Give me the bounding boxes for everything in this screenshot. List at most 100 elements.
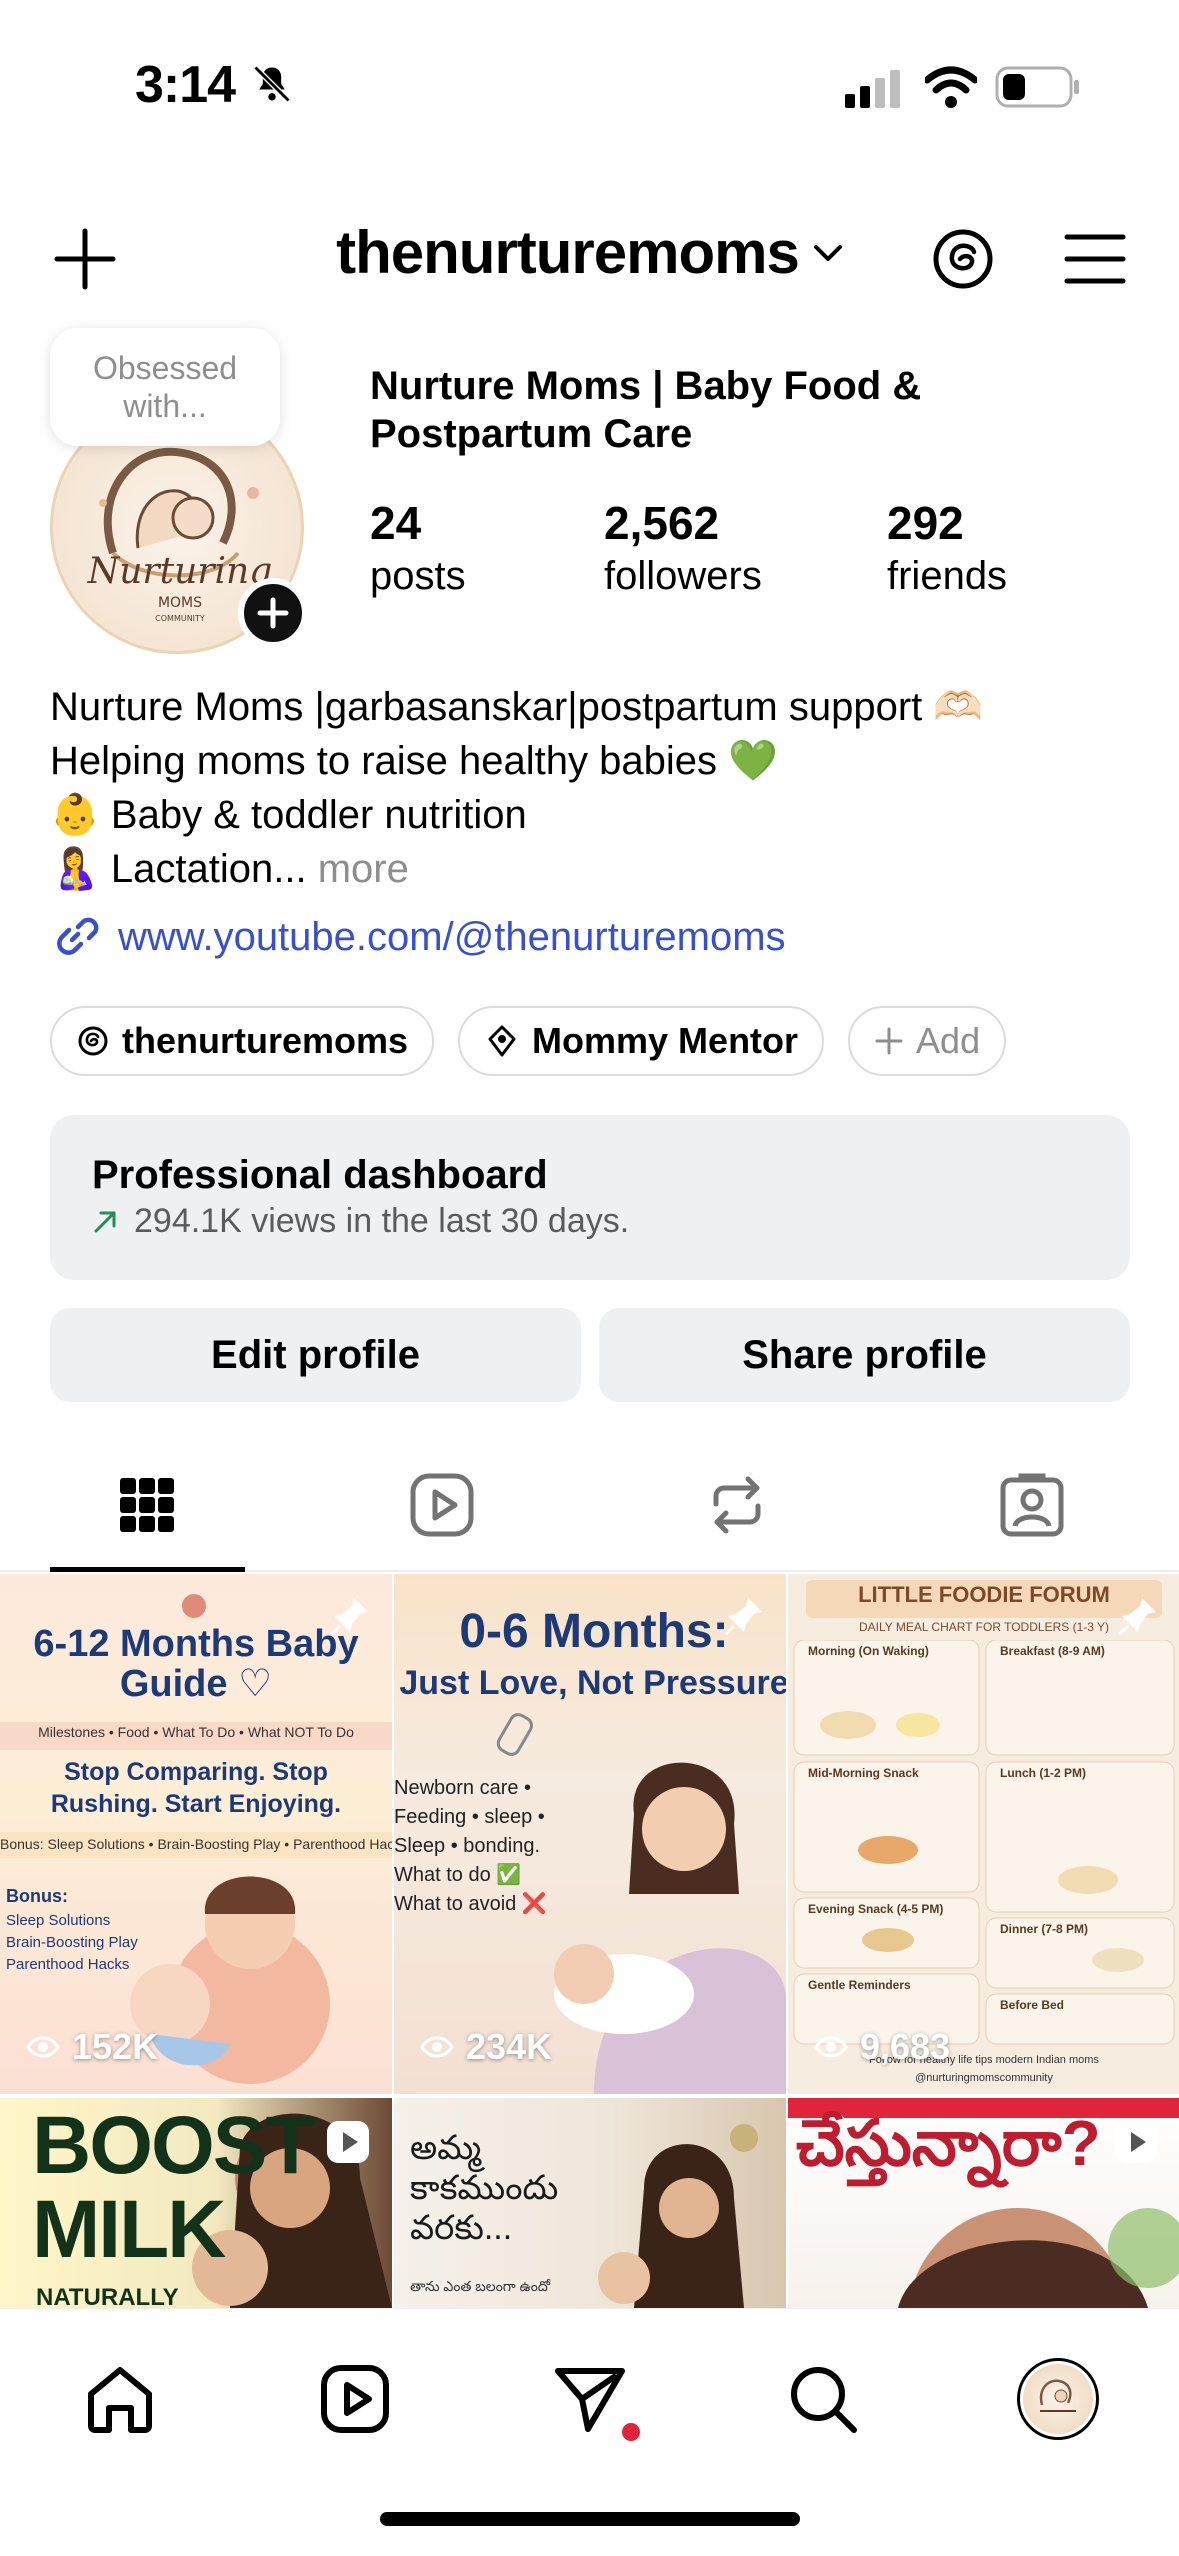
post-views: 9,683 (814, 2026, 950, 2068)
post-items: Newborn care • Feeding • sleep • Sleep •… (394, 1774, 547, 1919)
post-tile[interactable]: LITTLE FOODIE FORUM DAILY MEAL CHART FOR… (788, 1574, 1179, 2094)
post-bonus-item: Parenthood Hacks (6, 1956, 130, 1973)
post-item: Sleep • bonding. (394, 1835, 541, 1857)
chevron-down-icon (813, 244, 842, 261)
friends-count: 292 (887, 497, 964, 549)
reel-tile[interactable]: BOOST MILK NATURALLY (0, 2098, 392, 2308)
meal-section: Mid-Morning Snack (808, 1766, 919, 1780)
professional-dashboard[interactable]: Professional dashboard 294.1K views in t… (50, 1115, 1130, 1280)
post-views-count: 9,683 (860, 2026, 951, 2067)
dashboard-title: Professional dashboard (92, 1153, 548, 1197)
eye-icon (814, 2036, 848, 2058)
meal-section: Morning (On Waking) (808, 1644, 929, 1658)
post-views: 234K (420, 2026, 552, 2068)
menu-button[interactable] (1050, 214, 1140, 304)
post-item: Newborn care • (394, 1777, 532, 1799)
add-chip-label: Add (916, 1020, 981, 1061)
notification-dot (622, 2423, 640, 2441)
post-bonus-item: Brain-Boosting Play (6, 1934, 138, 1951)
post-bonus-list: Sleep Solutions Brain-Boosting Play Pare… (6, 1910, 138, 1976)
nav-search[interactable] (773, 2349, 873, 2449)
reels-icon (410, 1473, 474, 1537)
post-handle: @nurturingmomscommunity (915, 2072, 1053, 2084)
meal-section: Breakfast (8-9 AM) (1000, 1644, 1105, 1658)
profile-actions: Edit profile Share profile (50, 1308, 1130, 1402)
tab-tagged[interactable] (884, 1440, 1179, 1570)
dashboard-subtitle-row: 294.1K views in the last 30 days. (92, 1199, 1088, 1243)
nav-reels[interactable] (305, 2349, 405, 2449)
bio-more-link[interactable]: more (318, 847, 409, 891)
plus-icon (257, 597, 289, 629)
battery-icon (995, 66, 1079, 108)
svg-text:Nurturing: Nurturing (87, 551, 273, 592)
add-story-button[interactable] (238, 578, 308, 648)
share-profile-button[interactable]: Share profile (599, 1308, 1130, 1402)
username-label: thenurturemoms (336, 219, 800, 286)
posts-label: posts (370, 554, 466, 598)
profile-header: thenurturemoms (0, 200, 1179, 310)
post-views-count: 234K (466, 2026, 553, 2067)
grid-icon (120, 1478, 175, 1532)
post-subtitle: Just Love, Not Pressure (399, 1664, 786, 1702)
reel-tile[interactable]: అమ్మ కాకముందు వరకు... తాను ఎంత బలంగా ఉంద… (394, 2098, 786, 2308)
mommy-mentor-chip[interactable]: Mommy Mentor (458, 1006, 825, 1076)
profile-chips: thenurturemoms Mommy Mentor Add (50, 1006, 1007, 1076)
meal-section: Gentle Reminders (808, 1978, 911, 1992)
bell-slash-icon (253, 65, 291, 103)
post-item: Feeding • sleep • (394, 1806, 545, 1828)
post-headline: Stop Comparing. Stop Rushing. Start Enjo… (50, 1758, 342, 1818)
pin-icon (330, 1598, 368, 1636)
post-item: What to avoid ❌ (394, 1893, 547, 1915)
tab-reels[interactable] (295, 1440, 590, 1570)
followers-count: 2,562 (604, 497, 720, 549)
posts-stat[interactable]: 24 posts (370, 495, 466, 601)
posts-count: 24 (370, 497, 422, 549)
pin-icon (724, 1598, 762, 1636)
post-tile[interactable]: 0-6 Months: Just Love, Not Pressure Newb… (394, 1574, 786, 2094)
reel-icon (1115, 2121, 1157, 2163)
reel-subtitle: తాను ఎంత బలంగా ఉందో (410, 2278, 551, 2294)
threads-chip-label: thenurturemoms (122, 1020, 409, 1061)
bio-line: Helping moms to raise healthy babies 💚 (50, 739, 778, 783)
tagged-icon (1000, 1473, 1064, 1537)
threads-icon (78, 1026, 108, 1056)
meal-section: Evening Snack (4-5 PM) (808, 1902, 944, 1916)
nav-home[interactable] (70, 2349, 170, 2449)
pin-icon (1118, 1598, 1156, 1636)
post-bonus-bar: Bonus: Sleep Solutions • Brain-Boosting … (0, 1836, 392, 1852)
svg-text:MOMS: MOMS (158, 595, 202, 611)
trend-up-arrow-icon (94, 1211, 116, 1233)
note-bubble[interactable]: Obsessed with... (50, 328, 280, 446)
add-chip[interactable]: Add (848, 1006, 1007, 1076)
bio-link[interactable]: www.youtube.com/@thenurturemoms (50, 912, 786, 962)
link-icon (57, 917, 99, 955)
post-tags: Milestones • Food • What To Do • What NO… (38, 1724, 354, 1740)
tab-grid[interactable] (0, 1440, 295, 1572)
post-bonus-title: Bonus: (6, 1886, 68, 1906)
threads-button[interactable] (918, 214, 1008, 304)
badge-icon (488, 1025, 516, 1057)
dashboard-subtitle: 294.1K views in the last 30 days. (134, 1202, 630, 1240)
edit-profile-button[interactable]: Edit profile (50, 1308, 581, 1402)
repost-icon (713, 1476, 761, 1534)
eye-icon (420, 2036, 454, 2058)
reel-tile[interactable]: చేస్తున్నారా? (788, 2098, 1179, 2308)
friends-label: friends (887, 554, 1008, 598)
post-tile[interactable]: 6-12 Months Baby Guide ♡ Milestones • Fo… (0, 1574, 392, 2094)
reel-title: అమ్మ కాకముందు వరకు... (410, 2129, 559, 2247)
link-url: www.youtube.com/@thenurturemoms (118, 914, 786, 959)
bio-line: 🤱 Lactation... (50, 847, 307, 891)
reel-subtitle: NATURALLY (36, 2284, 179, 2308)
svg-text:COMMUNITY: COMMUNITY (155, 614, 205, 623)
reels-icon (321, 2365, 389, 2433)
followers-stat[interactable]: 2,562 followers (604, 495, 762, 601)
nurturing-moms-logo-small (1039, 2379, 1076, 2412)
friends-stat[interactable]: 292 friends (887, 495, 1007, 601)
plus-icon (875, 1027, 903, 1055)
threads-chip[interactable]: thenurturemoms (50, 1006, 435, 1076)
status-time: 3:14 (135, 56, 236, 114)
nav-messages[interactable] (540, 2349, 640, 2449)
nav-profile[interactable] (1008, 2349, 1108, 2449)
threads-icon (933, 229, 993, 289)
tab-reposts[interactable] (590, 1440, 885, 1570)
